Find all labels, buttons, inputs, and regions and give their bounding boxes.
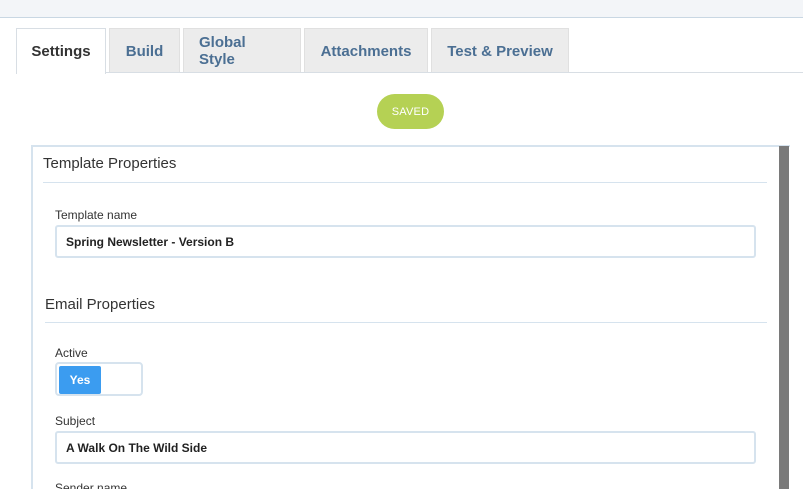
active-toggle-yes[interactable]: Yes — [59, 366, 101, 394]
email-properties-divider — [45, 322, 767, 323]
sender-name-label: Sender name — [55, 481, 128, 489]
subject-label: Subject — [55, 414, 96, 428]
subject-field[interactable]: A Walk On The Wild Side — [55, 431, 756, 464]
tab-settings[interactable]: Settings — [16, 28, 106, 74]
tab-test-preview[interactable]: Test & Preview — [431, 28, 569, 73]
tab-bar: Settings Build Global Style Attachments … — [16, 28, 569, 74]
email-properties-title: Email Properties — [45, 296, 156, 313]
saved-status-badge: SAVED — [377, 94, 444, 129]
panel-scrollbar[interactable] — [779, 146, 789, 489]
active-toggle[interactable]: Yes — [55, 362, 143, 396]
active-label: Active — [55, 346, 88, 360]
tabs-divider — [105, 72, 803, 73]
top-bar — [0, 0, 803, 18]
template-properties-divider — [43, 182, 767, 183]
template-name-field[interactable]: Spring Newsletter - Version B — [55, 225, 756, 258]
template-name-label: Template name — [55, 208, 138, 222]
tab-build[interactable]: Build — [109, 28, 180, 73]
tab-attachments[interactable]: Attachments — [304, 28, 428, 73]
template-properties-title: Template Properties — [43, 155, 177, 172]
tab-global-style[interactable]: Global Style — [183, 28, 301, 73]
